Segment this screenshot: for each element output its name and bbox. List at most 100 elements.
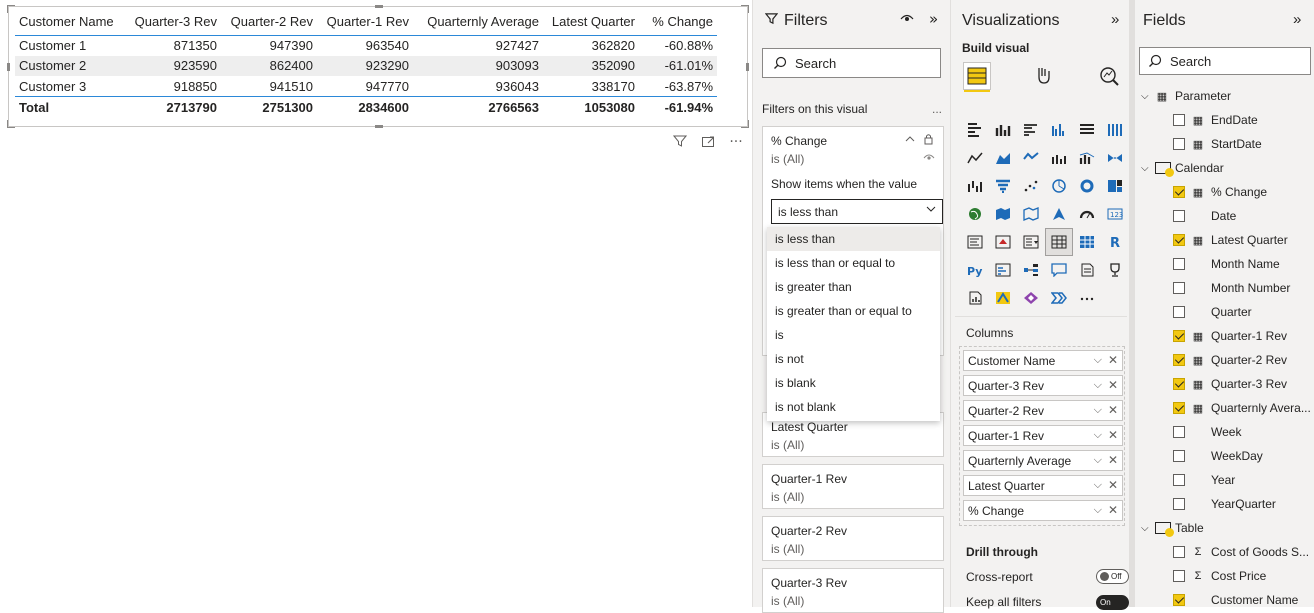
field-item[interactable]: Week <box>1173 420 1241 444</box>
field-checkbox[interactable] <box>1173 330 1185 342</box>
field-checkbox[interactable] <box>1173 282 1185 294</box>
python-visual-icon[interactable]: Py <box>961 256 989 284</box>
resize-handle-top[interactable] <box>375 5 383 8</box>
field-checkbox[interactable] <box>1173 474 1185 486</box>
eye-icon[interactable] <box>923 153 935 164</box>
close-icon[interactable]: ✕ <box>1108 428 1118 442</box>
more-visuals-icon[interactable] <box>1073 284 1101 312</box>
field-item[interactable]: Date <box>1173 204 1236 228</box>
power-apps-icon[interactable] <box>1017 284 1045 312</box>
analytics-icon[interactable] <box>1095 62 1123 90</box>
cross-report-toggle[interactable]: Off <box>1096 569 1129 584</box>
dropdown-option[interactable]: is not blank <box>767 395 940 419</box>
map-icon[interactable] <box>961 200 989 228</box>
paginated-report-icon[interactable] <box>961 284 989 312</box>
column-header[interactable]: % Change <box>639 9 717 36</box>
well-item[interactable]: Quarter-2 Rev ⌵ ✕ <box>963 400 1123 421</box>
treemap-icon[interactable] <box>1101 172 1129 200</box>
collapse-filters-icon[interactable]: » <box>929 10 938 28</box>
multi-row-card-icon[interactable] <box>961 228 989 256</box>
well-item[interactable]: % Change ⌵ ✕ <box>963 500 1123 521</box>
stacked-column-chart-icon[interactable] <box>989 116 1017 144</box>
close-icon[interactable]: ✕ <box>1108 453 1118 467</box>
resize-handle-top-left[interactable] <box>7 5 15 13</box>
field-item[interactable]: ▦ Quarternly Avera... <box>1173 396 1311 420</box>
well-item[interactable]: Quarter-3 Rev ⌵ ✕ <box>963 375 1123 396</box>
field-checkbox[interactable] <box>1173 234 1185 246</box>
dropdown-option[interactable]: is <box>767 323 940 347</box>
more-options-icon[interactable]: ... <box>932 102 942 116</box>
goals-icon[interactable] <box>1101 256 1129 284</box>
clustered-column-chart-icon[interactable] <box>1045 116 1073 144</box>
field-item[interactable]: ▦ StartDate <box>1173 132 1262 156</box>
r-visual-icon[interactable]: R <box>1101 228 1129 256</box>
dropdown-option[interactable]: is not <box>767 347 940 371</box>
dropdown-option[interactable]: is greater than or equal to <box>767 299 940 323</box>
chevron-down-icon[interactable]: ⌵ <box>1094 354 1102 367</box>
column-header[interactable]: Quarter-1 Rev <box>317 9 413 36</box>
chevron-down-icon[interactable]: ⌵ <box>1094 404 1102 417</box>
stacked-bar-chart-icon[interactable] <box>961 116 989 144</box>
field-item[interactable]: ▦ Quarter-3 Rev <box>1173 372 1287 396</box>
eye-icon[interactable] <box>900 12 914 26</box>
build-visual-icon[interactable] <box>963 62 991 92</box>
field-checkbox[interactable] <box>1173 450 1185 462</box>
waterfall-chart-icon[interactable] <box>961 172 989 200</box>
well-item[interactable]: Customer Name ⌵ ✕ <box>963 350 1123 371</box>
power-automate-flow-icon[interactable] <box>1045 284 1073 312</box>
well-item[interactable]: Quarter-1 Rev ⌵ ✕ <box>963 425 1123 446</box>
table-node-calendar[interactable]: ⌵ Calendar <box>1141 156 1224 180</box>
shape-map-icon[interactable] <box>1017 200 1045 228</box>
matrix-icon[interactable] <box>1073 228 1101 256</box>
close-icon[interactable]: ✕ <box>1108 353 1118 367</box>
field-checkbox[interactable] <box>1173 570 1185 582</box>
table-node-parameter[interactable]: ⌵ ▦ Parameter <box>1141 84 1231 108</box>
qna-icon[interactable] <box>1045 256 1073 284</box>
collapse-lock-icons[interactable] <box>905 133 935 148</box>
filter-card-quarter-3[interactable]: Quarter-3 Rev is (All) <box>762 568 944 613</box>
field-item[interactable]: Quarter <box>1173 300 1252 324</box>
table-visual-icon[interactable] <box>1045 228 1073 256</box>
resize-handle-top-right[interactable] <box>741 5 749 13</box>
filters-search-input[interactable]: Search <box>762 48 941 78</box>
stacked-area-chart-icon[interactable] <box>1017 144 1045 172</box>
field-item[interactable]: WeekDay <box>1173 444 1263 468</box>
100-stacked-column-chart-icon[interactable] <box>1101 116 1129 144</box>
field-item[interactable]: Month Name <box>1173 252 1280 276</box>
field-checkbox[interactable] <box>1173 258 1185 270</box>
field-item[interactable]: ▦ % Change <box>1173 180 1267 204</box>
close-icon[interactable]: ✕ <box>1108 378 1118 392</box>
field-checkbox[interactable] <box>1173 354 1185 366</box>
dropdown-option[interactable]: is greater than <box>767 275 940 299</box>
field-checkbox[interactable] <box>1173 402 1185 414</box>
power-automate-icon[interactable] <box>989 284 1017 312</box>
filter-icon[interactable] <box>672 134 688 152</box>
pie-chart-icon[interactable] <box>1045 172 1073 200</box>
clustered-bar-chart-icon[interactable] <box>1017 116 1045 144</box>
column-header[interactable]: Customer Name <box>15 9 125 36</box>
chevron-down-icon[interactable]: ⌵ <box>1094 379 1102 392</box>
gauge-icon[interactable] <box>1073 200 1101 228</box>
field-item[interactable]: Customer Name <box>1173 588 1298 612</box>
well-item[interactable]: Latest Quarter ⌵ ✕ <box>963 475 1123 496</box>
resize-handle-left[interactable] <box>7 63 10 71</box>
field-checkbox[interactable] <box>1173 306 1185 318</box>
close-icon[interactable]: ✕ <box>1108 478 1118 492</box>
line-clustered-column-icon[interactable] <box>1045 144 1073 172</box>
field-checkbox[interactable] <box>1173 186 1185 198</box>
field-item[interactable]: ▦ Latest Quarter <box>1173 228 1288 252</box>
keep-all-filters-toggle[interactable]: On <box>1096 595 1129 610</box>
column-header[interactable]: Latest Quarter <box>543 9 639 36</box>
chevron-down-icon[interactable]: ⌵ <box>1094 454 1102 467</box>
column-header[interactable]: Quarter-3 Rev <box>125 9 221 36</box>
field-item[interactable]: Month Number <box>1173 276 1290 300</box>
line-chart-icon[interactable] <box>961 144 989 172</box>
resize-handle-right[interactable] <box>746 63 749 71</box>
filter-card-quarter-1[interactable]: Quarter-1 Rev is (All) <box>762 464 944 509</box>
field-item[interactable]: YearQuarter <box>1173 492 1276 516</box>
filled-map-icon[interactable] <box>989 200 1017 228</box>
line-stacked-column-icon[interactable] <box>1073 144 1101 172</box>
field-checkbox[interactable] <box>1173 546 1185 558</box>
column-header[interactable]: Quarter-2 Rev <box>221 9 317 36</box>
donut-chart-icon[interactable] <box>1073 172 1101 200</box>
